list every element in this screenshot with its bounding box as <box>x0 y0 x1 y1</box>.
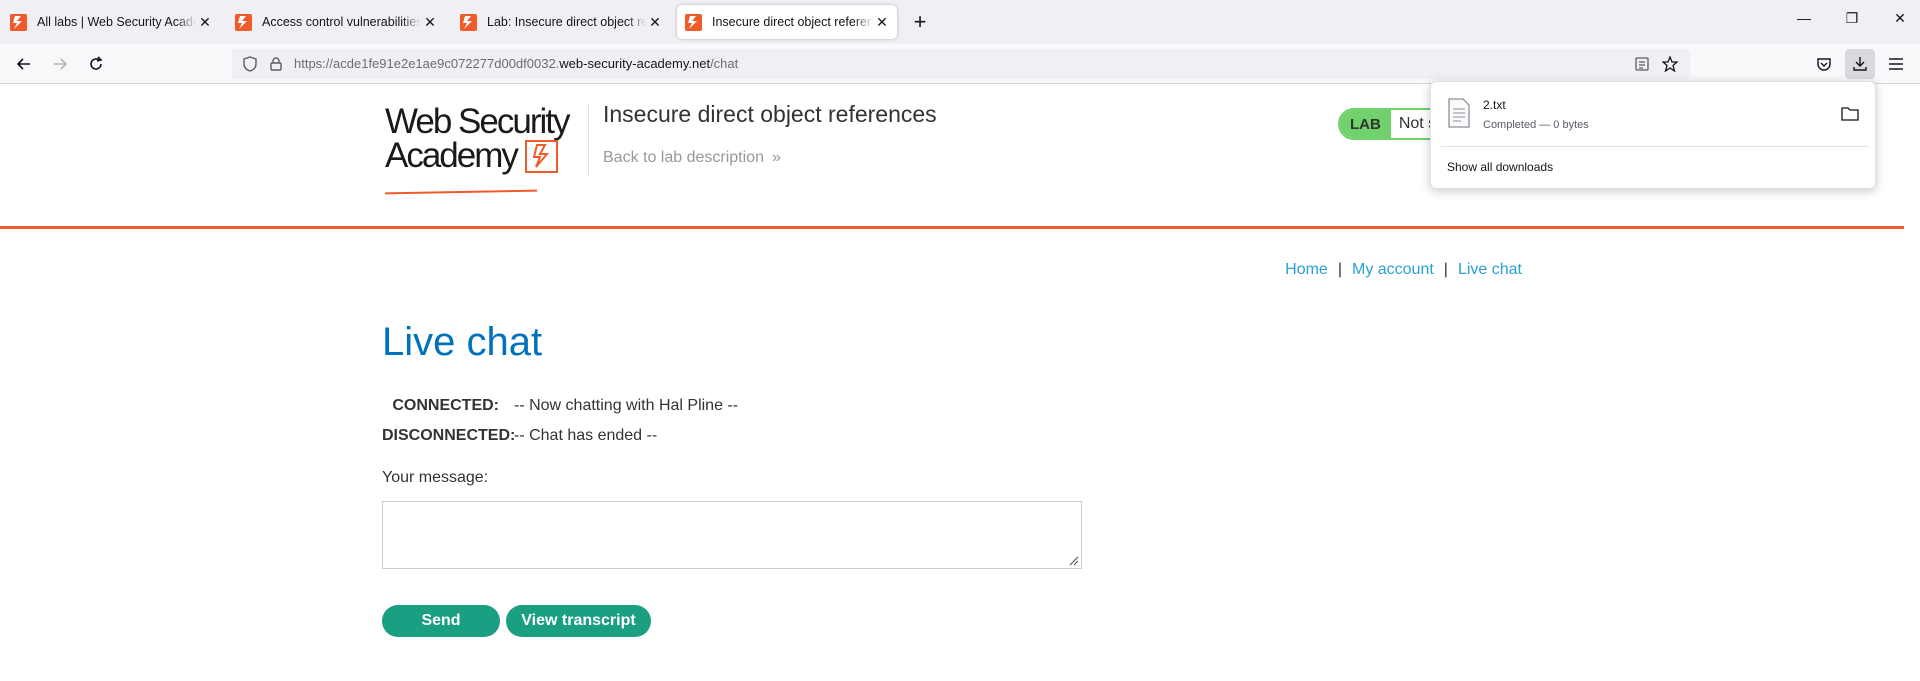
chat-sender: DISCONNECTED: <box>382 427 516 444</box>
nav-separator: | <box>1443 261 1448 278</box>
tab-close-icon[interactable]: ✕ <box>198 14 212 31</box>
lab-badge-label: LAB <box>1340 110 1391 138</box>
close-window-icon[interactable]: ✕ <box>1888 10 1912 27</box>
back-link-label: Back to lab description <box>603 149 764 166</box>
chat-sender: CONNECTED: <box>392 397 499 414</box>
tab-title: Insecure direct object references <box>712 15 873 29</box>
open-folder-icon[interactable] <box>1841 106 1859 122</box>
double-chevron-right-icon: » <box>771 149 781 166</box>
url-text[interactable]: https://acde1fe91e2e1ae9c072277d00df0032… <box>294 56 738 71</box>
logo-line-2: Academy <box>385 136 519 175</box>
downloads-panel: 2.txt Completed — 0 bytes Show all downl… <box>1430 81 1876 189</box>
nav-separator: | <box>1337 261 1342 278</box>
tab-insecure-direct-object-references[interactable]: Insecure direct object references ✕ <box>677 5 897 39</box>
reload-icon[interactable] <box>84 52 108 76</box>
tracking-protection-shield-icon[interactable] <box>242 56 258 72</box>
chat-message: -- Chat has ended -- <box>514 427 658 444</box>
url-path: /chat <box>710 56 739 71</box>
back-to-lab-description-link[interactable]: Back to lab description » <box>603 149 781 167</box>
nav-home-link[interactable]: Home <box>1285 261 1328 279</box>
reader-view-icon[interactable] <box>1634 56 1650 72</box>
header-orange-rule <box>0 226 1904 229</box>
resize-grip-icon[interactable] <box>1067 554 1079 566</box>
downloads-separator <box>1441 146 1869 147</box>
chat-row: DISCONNECTED: -- Chat has ended -- <box>382 421 738 451</box>
tab-title: Lab: Insecure direct object references <box>487 15 646 29</box>
tab-close-icon[interactable]: ✕ <box>423 14 437 31</box>
new-tab-plus-icon[interactable]: + <box>908 10 932 34</box>
nav-live-chat-link[interactable]: Live chat <box>1458 261 1522 279</box>
url-prefix: https://acde1fe91e2e1ae9c072277d00df0032… <box>294 56 560 71</box>
tab-close-icon[interactable]: ✕ <box>875 14 889 31</box>
url-host: web-security-academy.net <box>559 56 711 71</box>
chat-log: CONNECTED: -- Now chatting with Hal Plin… <box>382 391 738 451</box>
page-scrollbar[interactable] <box>1904 85 1920 681</box>
hamburger-menu-icon[interactable] <box>1884 52 1908 76</box>
send-button[interactable]: Send <box>382 605 500 637</box>
forward-arrow-icon[interactable] <box>48 52 72 76</box>
portswigger-favicon-icon <box>685 13 702 31</box>
portswigger-favicon-icon <box>235 13 252 31</box>
address-bar[interactable]: https://acde1fe91e2e1ae9c072277d00df0032… <box>232 49 1690 79</box>
nav-my-account-link[interactable]: My account <box>1352 261 1434 279</box>
bookmark-star-icon[interactable] <box>1662 56 1678 72</box>
download-status: Completed — 0 bytes <box>1483 119 1589 131</box>
back-arrow-icon[interactable] <box>12 52 36 76</box>
tab-access-control[interactable]: Access control vulnerabilities and privi… <box>227 5 445 39</box>
message-textarea[interactable] <box>382 501 1082 569</box>
show-all-downloads-link[interactable]: Show all downloads <box>1447 160 1553 174</box>
tab-all-labs[interactable]: All labs | Web Security Academy ✕ <box>2 5 220 39</box>
logo-line-1: Web Security <box>385 102 571 141</box>
page-title: Live chat <box>382 320 543 364</box>
text-file-icon <box>1448 98 1470 128</box>
lightning-bolt-icon <box>524 139 558 173</box>
tab-strip: All labs | Web Security Academy ✕ Access… <box>0 0 1920 44</box>
tab-title: All labs | Web Security Academy <box>37 15 196 29</box>
downloads-icon[interactable] <box>1845 49 1875 79</box>
message-label: Your message: <box>382 469 489 486</box>
tab-close-icon[interactable]: ✕ <box>648 14 662 31</box>
minimize-icon[interactable]: — <box>1792 10 1816 26</box>
logo-underline <box>384 189 538 195</box>
tab-lab-description[interactable]: Lab: Insecure direct object references ✕ <box>452 5 670 39</box>
lab-title: Insecure direct object references <box>603 101 937 127</box>
lock-icon[interactable] <box>268 56 284 72</box>
web-security-academy-logo[interactable]: Web Security Academy <box>384 102 585 195</box>
navigation-toolbar: https://acde1fe91e2e1ae9c072277d00df0032… <box>0 44 1920 84</box>
view-transcript-button[interactable]: View transcript <box>506 605 651 637</box>
restore-icon[interactable]: ❐ <box>1840 10 1864 27</box>
portswigger-favicon-icon <box>10 13 27 31</box>
chat-row: CONNECTED: -- Now chatting with Hal Plin… <box>382 391 738 421</box>
pocket-icon[interactable] <box>1812 52 1836 76</box>
portswigger-favicon-icon <box>460 13 477 31</box>
header-divider <box>588 105 589 175</box>
download-file-name[interactable]: 2.txt <box>1483 98 1506 112</box>
site-nav: Home | My account | Live chat <box>1285 261 1522 279</box>
chat-message: -- Now chatting with Hal Pline -- <box>514 397 739 414</box>
tab-title: Access control vulnerabilities and privi… <box>262 15 421 29</box>
